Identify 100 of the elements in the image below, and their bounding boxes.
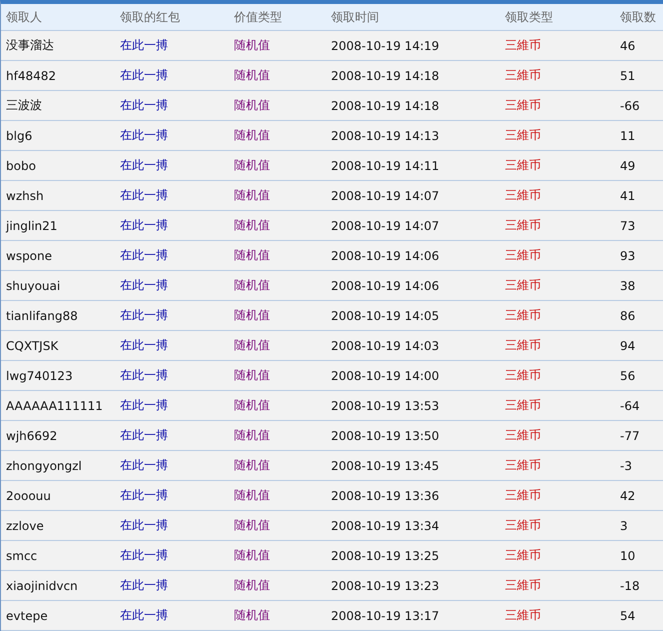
- column-header: 领取的红包: [119, 8, 180, 26]
- claimer-cell-text: lwg740123: [5, 368, 73, 382]
- amount-cell-text: 93: [619, 248, 636, 262]
- time-cell-text: 2008-10-19 14:06: [330, 248, 440, 262]
- value-type-cell-text: 随机值: [233, 307, 270, 324]
- claimer-cell-text: evtepe: [5, 608, 48, 622]
- value-type-cell-text: 随机值: [233, 517, 270, 534]
- claimer-cell-text: bobo: [5, 158, 36, 172]
- claim-type-cell-text: 三維币: [504, 607, 541, 624]
- claim-type-cell-text: 三維币: [504, 217, 541, 234]
- packet-link[interactable]: 在此一搏: [120, 37, 168, 54]
- time-cell-text: 2008-10-19 13:36: [330, 488, 440, 502]
- value-type-cell-text: 随机值: [233, 367, 270, 384]
- amount-cell-text: 38: [619, 278, 636, 292]
- time-cell-text: 2008-10-19 14:11: [330, 158, 440, 172]
- packet-link[interactable]: 在此一搏: [120, 397, 168, 414]
- value-type-cell-text: 随机值: [233, 607, 270, 624]
- amount-cell-text: 3: [619, 518, 628, 532]
- claim-type-cell-text: 三維币: [504, 547, 541, 564]
- claim-type-cell-text: 三維币: [504, 277, 541, 294]
- time-cell-text: 2008-10-19 13:53: [330, 398, 440, 412]
- claim-type-cell-text: 三維币: [504, 307, 541, 324]
- packet-link[interactable]: 在此一搏: [120, 457, 168, 474]
- claimer-cell-text: blg6: [5, 128, 32, 142]
- amount-cell-text: -64: [619, 398, 640, 412]
- packet-link[interactable]: 在此一搏: [120, 67, 168, 84]
- claim-type-cell-text: 三維币: [504, 427, 541, 444]
- packet-link[interactable]: 在此一搏: [120, 307, 168, 324]
- claimer-cell-text: jinglin21: [4, 218, 58, 232]
- time-cell-text: 2008-10-19 13:23: [330, 578, 440, 592]
- time-cell-text: 2008-10-19 13:45: [330, 458, 440, 472]
- amount-cell-text: 11: [619, 128, 636, 142]
- amount-cell-text: 10: [619, 548, 636, 562]
- packet-link[interactable]: 在此一搏: [120, 427, 168, 444]
- claimer-cell-text: 2ooouu: [5, 488, 51, 502]
- time-cell-text: 2008-10-19 14:03: [330, 338, 440, 352]
- packet-link[interactable]: 在此一搏: [120, 337, 168, 354]
- claim-type-cell-text: 三維币: [504, 157, 541, 174]
- amount-cell-text: 56: [619, 368, 636, 382]
- column-header: 领取数: [619, 8, 656, 26]
- claim-type-cell-text: 三維币: [504, 67, 541, 84]
- time-cell-text: 2008-10-19 14:19: [330, 38, 440, 52]
- value-type-cell-text: 随机值: [233, 547, 270, 564]
- claim-type-cell-text: 三維币: [504, 337, 541, 354]
- packet-link[interactable]: 在此一搏: [120, 367, 168, 384]
- packet-link[interactable]: 在此一搏: [120, 547, 168, 564]
- claim-type-cell-text: 三維币: [504, 247, 541, 264]
- amount-cell-text: 51: [619, 68, 636, 82]
- value-type-cell-text: 随机值: [233, 67, 270, 84]
- time-cell-text: 2008-10-19 13:34: [330, 518, 440, 532]
- time-cell-text: 2008-10-19 14:13: [330, 128, 440, 142]
- time-cell-text: 2008-10-19 14:07: [330, 188, 440, 202]
- claimer-cell-text: 三波波: [5, 97, 42, 114]
- value-type-cell-text: 随机值: [233, 127, 270, 144]
- packet-link[interactable]: 在此一搏: [120, 607, 168, 624]
- packet-link[interactable]: 在此一搏: [120, 277, 168, 294]
- claimer-cell-text: tianlifang88: [5, 308, 78, 322]
- packet-link[interactable]: 在此一搏: [120, 127, 168, 144]
- value-type-cell-text: 随机值: [233, 187, 270, 204]
- packet-link[interactable]: 在此一搏: [120, 247, 168, 264]
- amount-cell-text: -77: [619, 428, 640, 442]
- claimer-cell-text: shuyouai: [5, 278, 60, 292]
- packet-link[interactable]: 在此一搏: [120, 157, 168, 174]
- column-header: 价值类型: [233, 8, 282, 26]
- packet-link[interactable]: 在此一搏: [120, 487, 168, 504]
- amount-cell-text: 46: [619, 38, 636, 52]
- value-type-cell-text: 随机值: [233, 487, 270, 504]
- claim-type-cell-text: 三維币: [504, 37, 541, 54]
- packet-link[interactable]: 在此一搏: [120, 187, 168, 204]
- claim-type-cell-text: 三維币: [504, 457, 541, 474]
- time-cell-text: 2008-10-19 13:50: [330, 428, 440, 442]
- claim-type-cell-text: 三維币: [504, 397, 541, 414]
- amount-cell-text: 73: [619, 218, 636, 232]
- claimer-cell-text: AAAAAA111111: [5, 398, 103, 412]
- amount-cell-text: 94: [619, 338, 636, 352]
- value-type-cell-text: 随机值: [233, 247, 270, 264]
- amount-cell-text: 41: [619, 188, 636, 202]
- claimer-cell-text: 没事溜达: [5, 37, 54, 54]
- claimer-cell-text: wspone: [5, 248, 52, 262]
- column-header: 领取时间: [330, 8, 379, 26]
- time-cell-text: 2008-10-19 14:06: [330, 278, 440, 292]
- time-cell-text: 2008-10-19 13:17: [330, 608, 440, 622]
- packet-link[interactable]: 在此一搏: [120, 517, 168, 534]
- amount-cell-text: 86: [619, 308, 636, 322]
- packet-link[interactable]: 在此一搏: [120, 97, 168, 114]
- value-type-cell-text: 随机值: [233, 37, 270, 54]
- value-type-cell-text: 随机值: [233, 427, 270, 444]
- packet-link[interactable]: 在此一搏: [120, 577, 168, 594]
- amount-cell-text: -3: [619, 458, 632, 472]
- time-cell-text: 2008-10-19 14:05: [330, 308, 440, 322]
- column-header: 领取人: [5, 8, 42, 26]
- time-cell-text: 2008-10-19 14:18: [330, 98, 440, 112]
- amount-cell-text: -18: [619, 578, 640, 592]
- value-type-cell-text: 随机值: [233, 577, 270, 594]
- time-cell-text: 2008-10-19 13:25: [330, 548, 440, 562]
- claim-type-cell-text: 三維币: [504, 367, 541, 384]
- claimer-cell-text: CQXTJSK: [5, 338, 58, 352]
- packet-link[interactable]: 在此一搏: [120, 217, 168, 234]
- time-cell-text: 2008-10-19 14:07: [330, 218, 440, 232]
- claimer-cell-text: hf48482: [5, 68, 56, 82]
